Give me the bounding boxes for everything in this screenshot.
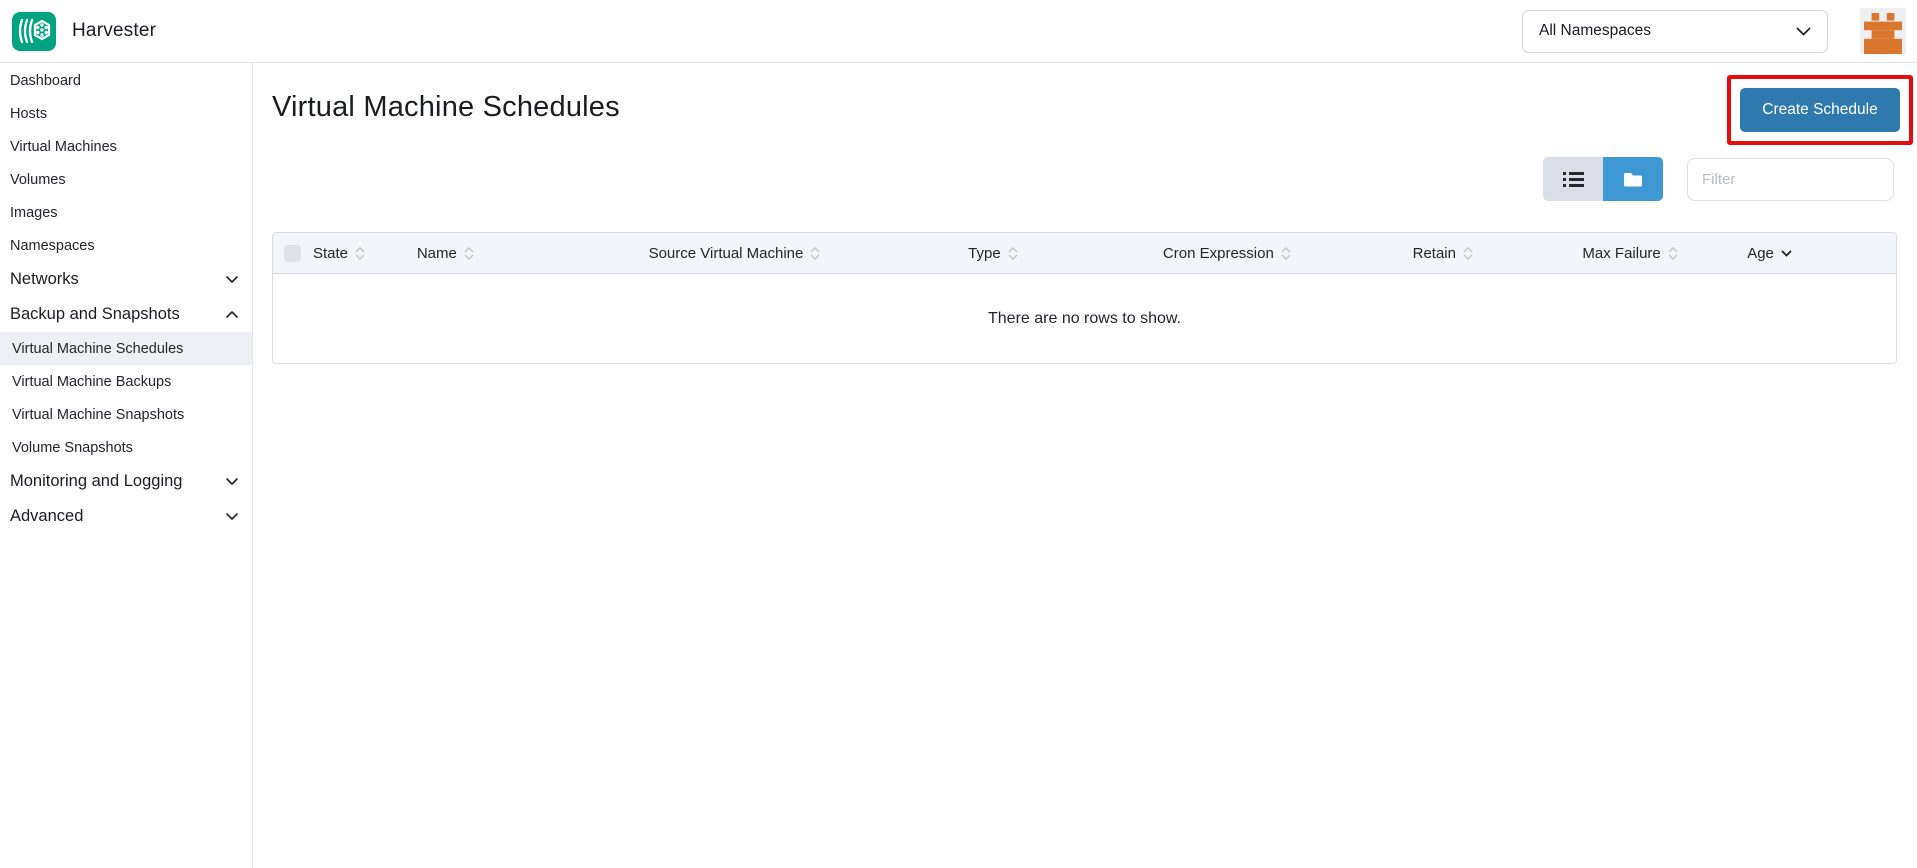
- sort-icon: [1463, 247, 1473, 260]
- sidebar-item-label: Virtual Machines: [10, 139, 117, 155]
- chevron-down-icon: [226, 478, 238, 485]
- column-label: Type: [968, 245, 1001, 262]
- sidebar-group-label: Backup and Snapshots: [10, 305, 180, 324]
- list-icon: [1563, 171, 1584, 188]
- sidebar-item-virtual-machines[interactable]: Virtual Machines: [0, 130, 252, 163]
- sidebar-item-label: Dashboard: [10, 73, 81, 89]
- namespace-selector[interactable]: All Namespaces: [1522, 10, 1828, 53]
- grouped-view-button[interactable]: [1603, 157, 1663, 201]
- column-label: Source Virtual Machine: [649, 245, 804, 262]
- sidebar: Dashboard Hosts Virtual Machines Volumes…: [0, 63, 253, 868]
- sort-icon: [1008, 247, 1018, 260]
- column-header-max-failure[interactable]: Max Failure: [1574, 245, 1739, 262]
- sidebar-item-namespaces[interactable]: Namespaces: [0, 229, 252, 262]
- column-header-source-virtual-machine[interactable]: Source Virtual Machine: [641, 245, 961, 262]
- column-label: State: [313, 245, 348, 262]
- sidebar-group-label: Advanced: [10, 507, 83, 526]
- schedules-table: State Name Source Virtual Machine: [272, 232, 1897, 364]
- table-header-checkbox-cell: [273, 245, 305, 262]
- wheat-logo-glyph: [17, 17, 51, 45]
- toolbar: [1543, 157, 1894, 201]
- sidebar-item-virtual-machine-backups[interactable]: Virtual Machine Backups: [0, 365, 252, 398]
- sidebar-item-label: Virtual Machine Backups: [12, 374, 171, 390]
- sidebar-item-virtual-machine-schedules[interactable]: Virtual Machine Schedules: [0, 332, 252, 365]
- column-header-retain[interactable]: Retain: [1405, 245, 1575, 262]
- column-label: Max Failure: [1582, 245, 1660, 262]
- table-header-row: State Name Source Virtual Machine: [273, 233, 1896, 274]
- page-title: Virtual Machine Schedules: [272, 91, 620, 124]
- column-header-age[interactable]: Age: [1739, 245, 1896, 262]
- sort-icon: [355, 247, 365, 260]
- sort-desc-icon: [1781, 250, 1792, 257]
- column-header-state[interactable]: State: [305, 245, 409, 262]
- sidebar-group-advanced[interactable]: Advanced: [0, 499, 252, 534]
- chevron-down-icon: [1796, 27, 1811, 36]
- column-label: Age: [1747, 245, 1774, 262]
- sidebar-group-label: Networks: [10, 270, 79, 289]
- column-label: Cron Expression: [1163, 245, 1274, 262]
- sidebar-item-volumes[interactable]: Volumes: [0, 163, 252, 196]
- app-title: Harvester: [72, 20, 156, 42]
- filter-input[interactable]: [1687, 158, 1894, 201]
- sidebar-group-monitoring-and-logging[interactable]: Monitoring and Logging: [0, 464, 252, 499]
- sidebar-group-backup-and-snapshots[interactable]: Backup and Snapshots: [0, 297, 252, 332]
- folder-icon: [1623, 172, 1643, 187]
- column-label: Retain: [1413, 245, 1456, 262]
- column-header-type[interactable]: Type: [960, 245, 1155, 262]
- create-schedule-button[interactable]: Create Schedule: [1740, 88, 1900, 132]
- sort-icon: [810, 247, 820, 260]
- sidebar-item-label: Hosts: [10, 106, 47, 122]
- sidebar-group-label: Monitoring and Logging: [10, 472, 182, 491]
- sidebar-item-label: Volumes: [10, 172, 66, 188]
- chevron-down-icon: [226, 276, 238, 283]
- sidebar-item-images[interactable]: Images: [0, 196, 252, 229]
- column-header-cron-expression[interactable]: Cron Expression: [1155, 245, 1405, 262]
- sidebar-item-label: Volume Snapshots: [12, 440, 133, 456]
- list-view-button[interactable]: [1543, 157, 1603, 201]
- user-avatar[interactable]: [1860, 8, 1906, 54]
- sidebar-item-virtual-machine-snapshots[interactable]: Virtual Machine Snapshots: [0, 398, 252, 431]
- sort-icon: [464, 247, 474, 260]
- chevron-up-icon: [226, 311, 238, 318]
- main-content: Virtual Machine Schedules Create Schedul…: [253, 63, 1917, 868]
- sort-icon: [1281, 247, 1291, 260]
- top-header: Harvester All Namespaces: [0, 0, 1917, 63]
- sidebar-group-networks[interactable]: Networks: [0, 262, 252, 297]
- column-label: Name: [417, 245, 457, 262]
- sidebar-item-hosts[interactable]: Hosts: [0, 97, 252, 130]
- table-body: There are no rows to show.: [273, 274, 1896, 363]
- sidebar-item-label: Images: [10, 205, 58, 221]
- annotation-highlight-box: Create Schedule: [1727, 75, 1913, 145]
- sidebar-item-dashboard[interactable]: Dashboard: [0, 64, 252, 97]
- sidebar-item-label: Virtual Machine Snapshots: [12, 407, 184, 423]
- namespace-selector-value: All Namespaces: [1539, 22, 1651, 40]
- chevron-down-icon: [226, 513, 238, 520]
- select-all-checkbox[interactable]: [284, 245, 301, 262]
- sidebar-item-label: Virtual Machine Schedules: [12, 341, 183, 357]
- sort-icon: [1668, 247, 1678, 260]
- sidebar-item-label: Namespaces: [10, 238, 95, 254]
- empty-table-message: There are no rows to show.: [988, 310, 1181, 328]
- harvester-logo-icon[interactable]: [12, 12, 56, 51]
- column-header-name[interactable]: Name: [409, 245, 641, 262]
- view-toggle-group: [1543, 157, 1663, 201]
- sidebar-item-volume-snapshots[interactable]: Volume Snapshots: [0, 431, 252, 464]
